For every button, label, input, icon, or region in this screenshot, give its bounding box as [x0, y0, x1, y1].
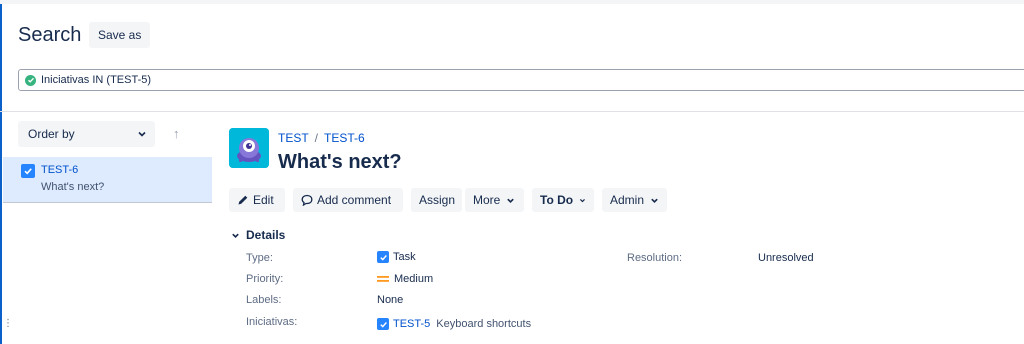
chevron-down-icon	[138, 131, 146, 137]
top-strip	[0, 0, 1024, 4]
priority-value: Medium	[377, 273, 433, 285]
status-label: To Do	[540, 193, 574, 207]
assign-button[interactable]: Assign	[411, 188, 462, 212]
arrow-up-icon[interactable]: ↑	[173, 126, 180, 141]
chevron-down-icon	[580, 198, 586, 202]
list-item[interactable]: TEST-6 What's next?	[3, 157, 212, 203]
admin-button[interactable]: Admin	[602, 188, 667, 212]
iniciativas-value: TEST-5 Keyboard shortcuts	[377, 318, 531, 330]
order-by-dropdown[interactable]: Order by	[18, 121, 155, 147]
list-item-key[interactable]: TEST-6	[41, 164, 78, 176]
linked-issue-key[interactable]: TEST-5	[393, 318, 430, 330]
resize-handle-icon[interactable]: ⋮	[3, 319, 13, 329]
add-comment-label: Add comment	[317, 193, 392, 207]
chevron-down-icon	[651, 198, 658, 203]
type-value-text: Task	[393, 251, 416, 263]
priority-value-text: Medium	[394, 273, 434, 285]
list-item-summary: What's next?	[41, 181, 105, 193]
task-icon	[377, 318, 389, 330]
task-icon	[377, 251, 389, 263]
jql-search-input[interactable]: Iniciativas IN (TEST-5)	[18, 69, 1024, 91]
task-icon	[21, 164, 35, 178]
page-title: Search	[18, 24, 82, 46]
priority-label: Priority:	[246, 273, 284, 285]
assign-label: Assign	[419, 193, 456, 207]
add-comment-button[interactable]: Add comment	[293, 188, 403, 212]
save-as-button[interactable]: Save as	[89, 22, 151, 48]
type-label: Type:	[246, 252, 273, 264]
breadcrumb: TEST / TEST-6	[278, 131, 365, 145]
breadcrumb-issue-link[interactable]: TEST-6	[324, 131, 365, 145]
more-button[interactable]: More	[465, 188, 524, 212]
order-by-label: Order by	[28, 127, 75, 141]
edit-button[interactable]: Edit	[229, 188, 285, 212]
header-divider	[0, 111, 1024, 112]
type-value: Task	[377, 251, 416, 263]
status-dropdown[interactable]: To Do	[532, 188, 594, 212]
admin-label: Admin	[610, 193, 645, 207]
more-label: More	[473, 193, 501, 207]
chevron-down-icon	[232, 233, 239, 238]
linked-issue-summary: Keyboard shortcuts	[436, 318, 532, 330]
jql-query-text: Iniciativas IN (TEST-5)	[41, 74, 152, 86]
iniciativas-label: Iniciativas:	[246, 316, 298, 328]
left-edge-bar	[0, 4, 2, 344]
resolution-label: Resolution:	[627, 252, 683, 264]
issue-title: What's next?	[278, 151, 402, 173]
labels-label: Labels:	[246, 294, 282, 306]
chevron-down-icon	[507, 198, 515, 203]
labels-value: None	[377, 294, 404, 306]
check-circle-icon	[25, 74, 36, 86]
priority-medium-icon	[377, 276, 389, 282]
edit-label: Edit	[253, 193, 274, 207]
breadcrumb-separator: /	[314, 131, 319, 145]
details-header-label: Details	[246, 228, 286, 242]
resolution-value: Unresolved	[758, 252, 814, 264]
project-avatar-icon	[229, 128, 269, 168]
comment-icon	[301, 194, 313, 206]
breadcrumb-project-link[interactable]: TEST	[278, 131, 309, 145]
details-section-toggle[interactable]: Details	[231, 228, 285, 242]
pencil-icon	[238, 195, 248, 205]
